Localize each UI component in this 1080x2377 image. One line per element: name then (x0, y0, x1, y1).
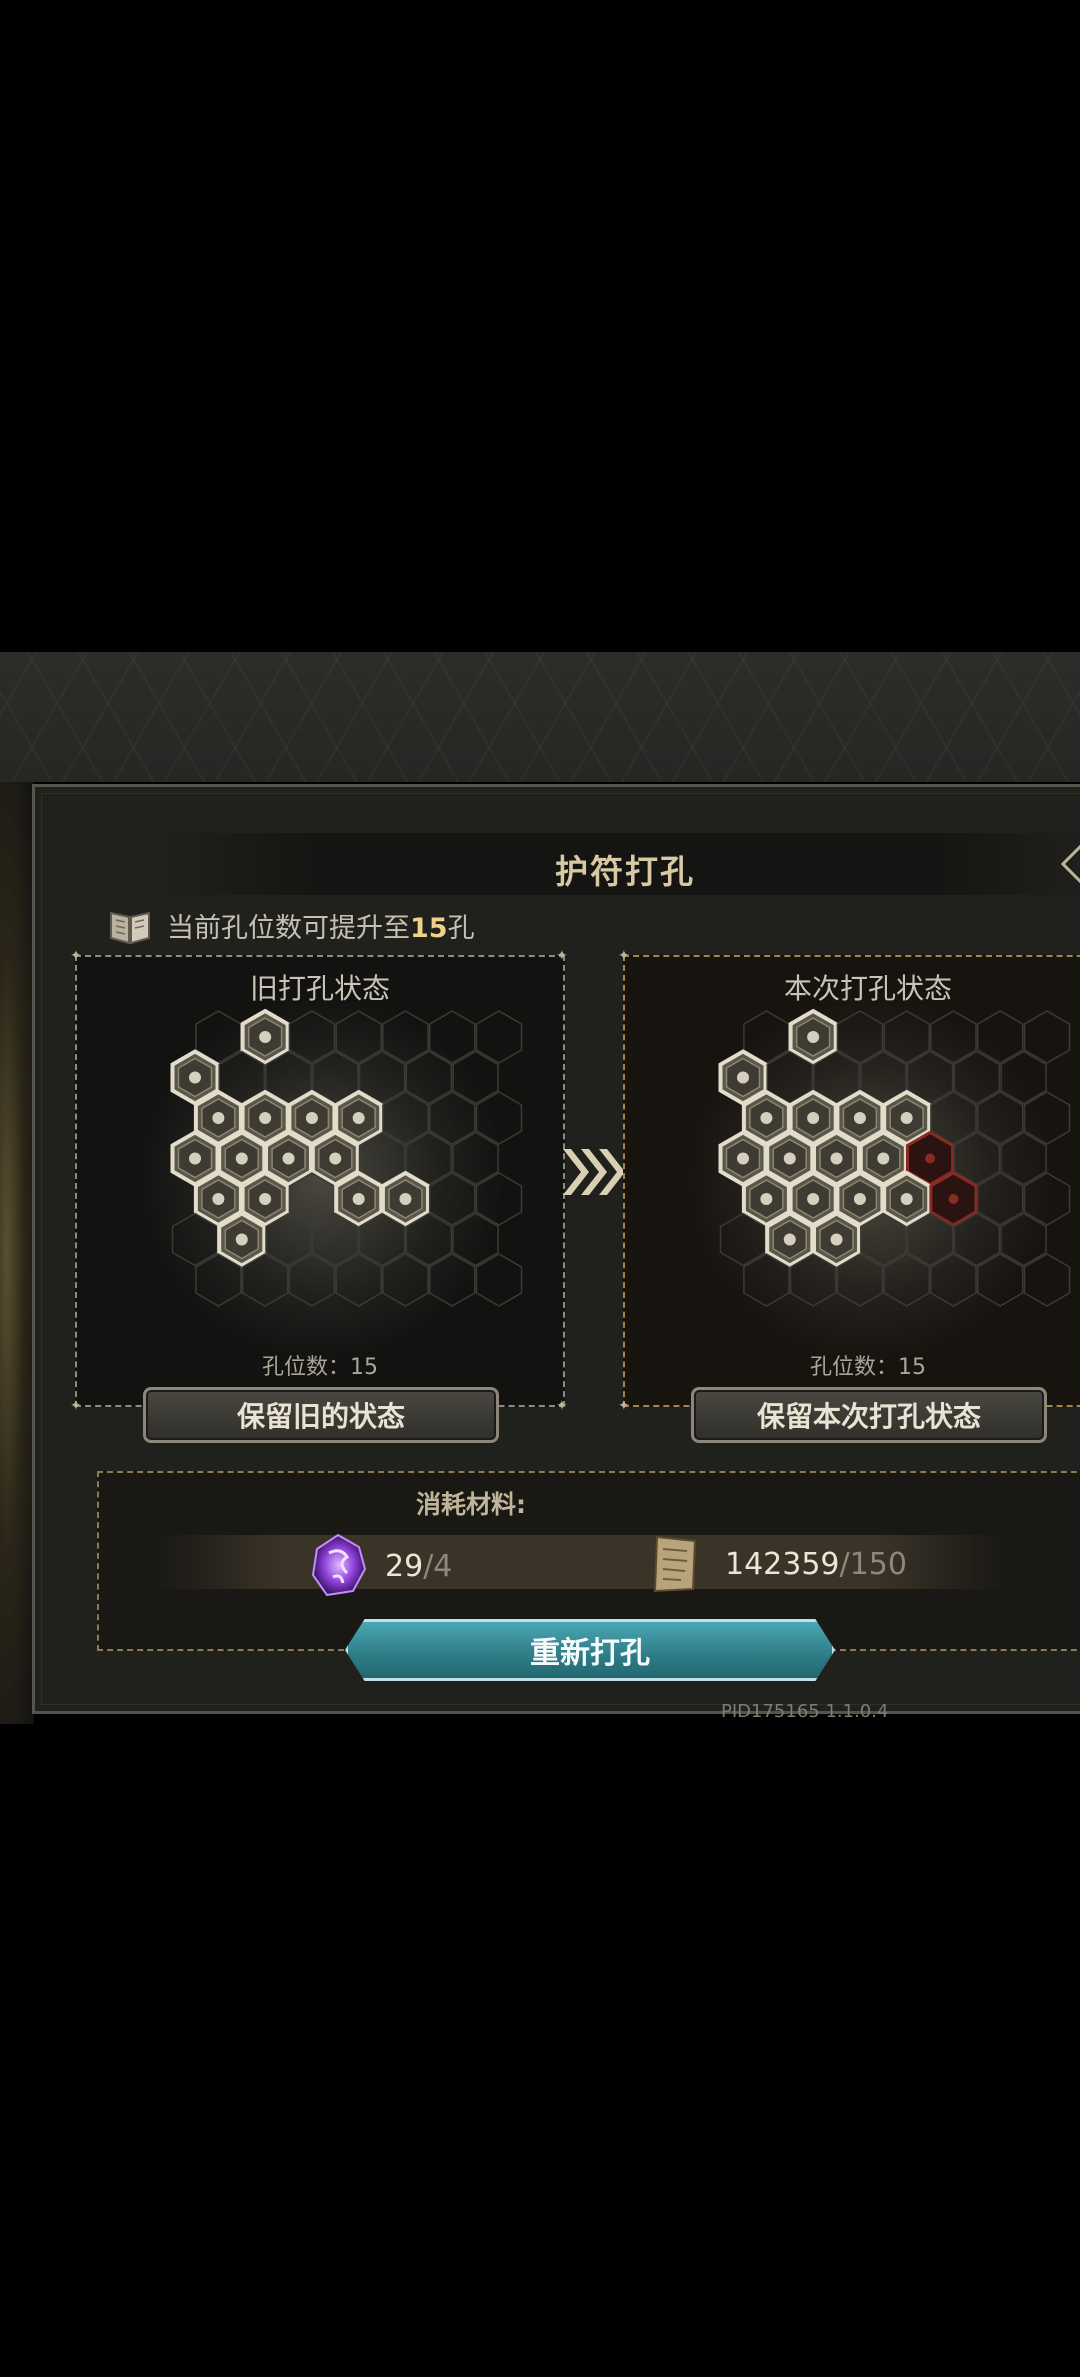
arrow-right-icon (563, 1149, 625, 1195)
keep-new-state-button[interactable]: 保留本次打孔状态 (691, 1387, 1047, 1443)
rehole-button[interactable]: 重新打孔 (345, 1619, 835, 1681)
info-row: 当前孔位数可提升至15孔 (107, 903, 475, 947)
purple-crystal-icon (311, 1533, 367, 1597)
version-label: PID175165 1.1.0.4 (721, 1701, 889, 1722)
new-socket-grid (718, 1008, 1071, 1307)
info-text: 当前孔位数可提升至15孔 (167, 912, 475, 944)
background-pattern (0, 652, 1080, 782)
old-socket-count: 孔位数：15 (262, 1355, 378, 1380)
materials-label: 消耗材料: (416, 1490, 526, 1519)
amulet-socket-dialog: 护符打孔 当前孔位数可提升至15孔 ✦ ✦ ✦ ✦ 旧打孔状态 孔位数：15 ✦… (32, 784, 1080, 1722)
material-item-scroll: 142359/150 (647, 1533, 907, 1595)
character-art-edge (0, 782, 34, 1724)
material-item-crystal: 29/4 (307, 1533, 452, 1599)
new-socket-count: 孔位数：15 (810, 1355, 926, 1380)
old-socket-grid (170, 1008, 523, 1307)
book-icon (110, 911, 150, 945)
scroll-icon (653, 1535, 697, 1593)
keep-old-state-button[interactable]: 保留旧的状态 (143, 1387, 499, 1443)
old-socket-panel: ✦ ✦ ✦ ✦ 旧打孔状态 孔位数：15 (70, 949, 568, 1413)
game-scene: 护符打孔 当前孔位数可提升至15孔 ✦ ✦ ✦ ✦ 旧打孔状态 孔位数：15 ✦… (0, 652, 1080, 1724)
dialog-title: 护符打孔 (555, 852, 695, 891)
new-socket-panel: ✦ ✦ 本次打孔状态 孔位数：15 (618, 949, 1080, 1413)
title-bar: 护符打孔 (155, 833, 1080, 895)
